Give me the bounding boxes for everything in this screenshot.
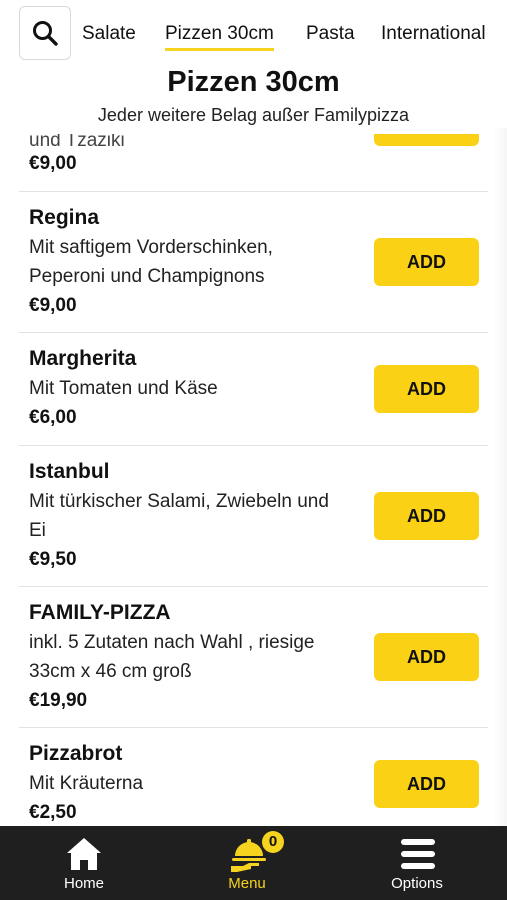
bottom-nav: Home 0 Menu Options <box>0 826 507 900</box>
item-description: 33cm x 46 cm groß <box>29 661 192 682</box>
section-title: Pizzen 30cm <box>167 66 340 98</box>
section-header: Pizzen 30cm Jeder weitere Belag außer Fa… <box>0 62 507 128</box>
item-price: €9,00 <box>29 295 77 316</box>
nav-menu[interactable]: 0 Menu <box>187 826 307 900</box>
scroll-edge <box>493 62 507 826</box>
item-name: Margherita <box>29 347 137 370</box>
tab-pizzen-30cm[interactable]: Pizzen 30cm <box>165 22 274 51</box>
add-button[interactable]: ADD <box>374 492 479 540</box>
menu-list: und Tzaziki €9,00 Regina Mit saftigem Vo… <box>0 134 507 826</box>
nav-options[interactable]: Options <box>357 826 477 900</box>
item-price: €6,00 <box>29 407 77 428</box>
item-price: €2,50 <box>29 802 77 823</box>
list-item: Regina Mit saftigem Vorderschinken, Pepe… <box>19 192 488 333</box>
add-button[interactable]: ADD <box>374 365 479 413</box>
item-description: Mit saftigem Vorderschinken, <box>29 237 273 258</box>
list-item: Pizzabrot Mit Kräuterna €2,50 ADD <box>19 728 488 826</box>
item-name: Pizzabrot <box>29 742 123 765</box>
item-description: und Tzaziki <box>29 134 125 151</box>
item-description: inkl. 5 Zutaten nach Wahl , riesige <box>29 632 315 653</box>
item-price: €19,90 <box>29 690 88 711</box>
category-bar: Salate Pizzen 30cm Pasta International <box>0 0 507 63</box>
section-subtitle: Jeder weitere Belag außer Familypizza <box>97 105 410 125</box>
tab-salate[interactable]: Salate <box>82 22 136 46</box>
nav-options-label: Options <box>391 875 443 892</box>
list-item: Margherita Mit Tomaten und Käse €6,00 AD… <box>19 333 488 446</box>
search-icon <box>33 21 58 46</box>
search-button[interactable] <box>19 6 71 60</box>
tab-international[interactable]: International <box>381 22 486 46</box>
nav-home-label: Home <box>63 875 104 892</box>
item-description: Mit Kräuterna <box>29 773 144 794</box>
list-item: FAMILY-PIZZA inkl. 5 Zutaten nach Wahl ,… <box>19 587 488 728</box>
item-name: Regina <box>29 206 100 229</box>
home-icon <box>67 838 101 870</box>
list-item: und Tzaziki €9,00 <box>19 134 488 192</box>
item-price: €9,50 <box>29 549 77 570</box>
item-description: Mit Tomaten und Käse <box>29 378 218 399</box>
add-button[interactable] <box>374 134 479 146</box>
nav-home[interactable]: Home <box>24 826 144 900</box>
list-item: Istanbul Mit türkischer Salami, Zwiebeln… <box>19 446 488 587</box>
item-description: Mit türkischer Salami, Zwiebeln und <box>29 491 329 512</box>
item-description: Ei <box>29 520 46 541</box>
cart-count-badge: 0 <box>262 831 284 853</box>
add-button[interactable]: ADD <box>374 238 479 286</box>
hamburger-icon <box>401 839 435 869</box>
item-description: Peperoni und Champignons <box>29 266 265 287</box>
tab-pasta[interactable]: Pasta <box>306 22 355 46</box>
add-button[interactable]: ADD <box>374 760 479 808</box>
item-price: €9,00 <box>29 153 77 174</box>
item-name: FAMILY-PIZZA <box>29 601 171 624</box>
nav-menu-label: Menu <box>228 875 266 892</box>
item-name: Istanbul <box>29 460 110 483</box>
add-button[interactable]: ADD <box>374 633 479 681</box>
